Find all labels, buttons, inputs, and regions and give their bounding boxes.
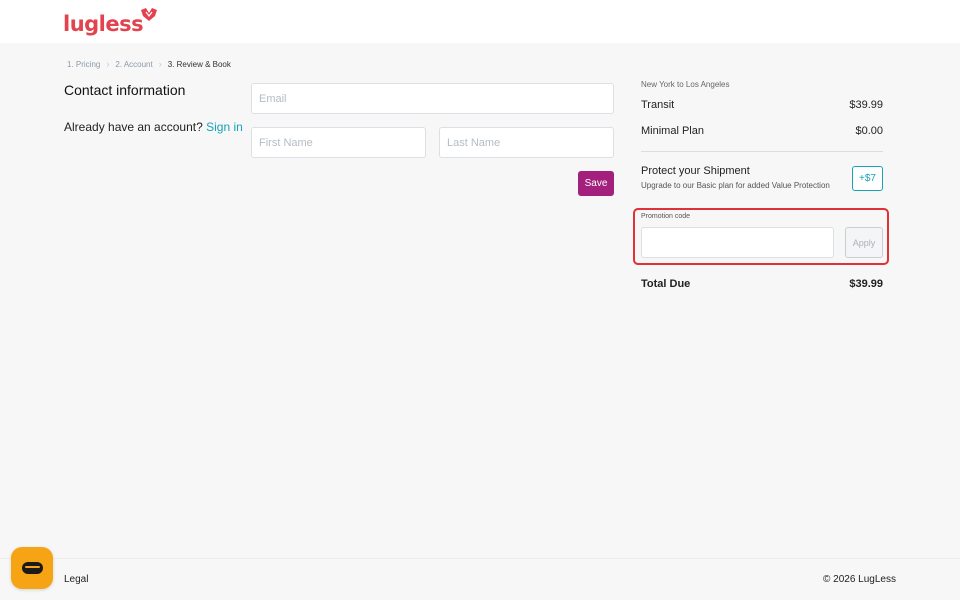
first-name-field[interactable] bbox=[251, 127, 426, 158]
copyright: © 2026 LugLess bbox=[823, 574, 896, 585]
total-price: $39.99 bbox=[849, 278, 883, 290]
site-footer: Legal © 2026 LugLess bbox=[0, 558, 960, 600]
chevron-right-icon: › bbox=[106, 59, 110, 69]
summary-divider bbox=[641, 151, 883, 152]
legal-link[interactable]: Legal bbox=[64, 574, 88, 585]
promo-code-input[interactable] bbox=[641, 227, 834, 258]
route-label: New York to Los Angeles bbox=[641, 80, 730, 89]
account-prompt: Already have an account? Sign in bbox=[64, 120, 243, 134]
breadcrumb-step-account[interactable]: 2. Account bbox=[115, 60, 152, 69]
email-field[interactable] bbox=[251, 83, 614, 114]
winged-logo-icon bbox=[141, 8, 158, 21]
save-button[interactable]: Save bbox=[578, 171, 614, 196]
contact-title: Contact information bbox=[64, 82, 186, 98]
transit-row: Transit $39.99 bbox=[641, 99, 883, 111]
protect-title: Protect your Shipment bbox=[641, 165, 750, 177]
total-row: Total Due $39.99 bbox=[641, 278, 883, 290]
breadcrumb-step-pricing[interactable]: 1. Pricing bbox=[67, 60, 100, 69]
apply-button[interactable]: Apply bbox=[845, 227, 883, 258]
plan-row: Minimal Plan $0.00 bbox=[641, 125, 883, 137]
plan-price: $0.00 bbox=[855, 125, 883, 137]
total-label: Total Due bbox=[641, 278, 691, 290]
sign-in-link[interactable]: Sign in bbox=[206, 120, 243, 134]
chat-button[interactable] bbox=[11, 547, 53, 589]
chevron-right-icon: › bbox=[158, 59, 162, 69]
chat-bubble-icon bbox=[21, 562, 43, 574]
promo-label: Promotion code bbox=[641, 213, 691, 220]
account-prompt-text: Already have an account? bbox=[64, 120, 203, 134]
transit-price: $39.99 bbox=[849, 99, 883, 111]
breadcrumb: 1. Pricing › 2. Account › 3. Review & Bo… bbox=[67, 59, 231, 69]
last-name-field[interactable] bbox=[439, 127, 614, 158]
breadcrumb-step-review: 3. Review & Book bbox=[167, 59, 231, 69]
add-protection-button[interactable]: +$7 bbox=[852, 166, 883, 191]
site-header: lugless bbox=[0, 0, 960, 43]
transit-label: Transit bbox=[641, 99, 675, 111]
logo-text: lugless bbox=[63, 12, 144, 36]
logo[interactable]: lugless bbox=[63, 6, 159, 36]
plan-label: Minimal Plan bbox=[641, 125, 704, 137]
protect-subtitle: Upgrade to our Basic plan for added Valu… bbox=[641, 181, 830, 190]
